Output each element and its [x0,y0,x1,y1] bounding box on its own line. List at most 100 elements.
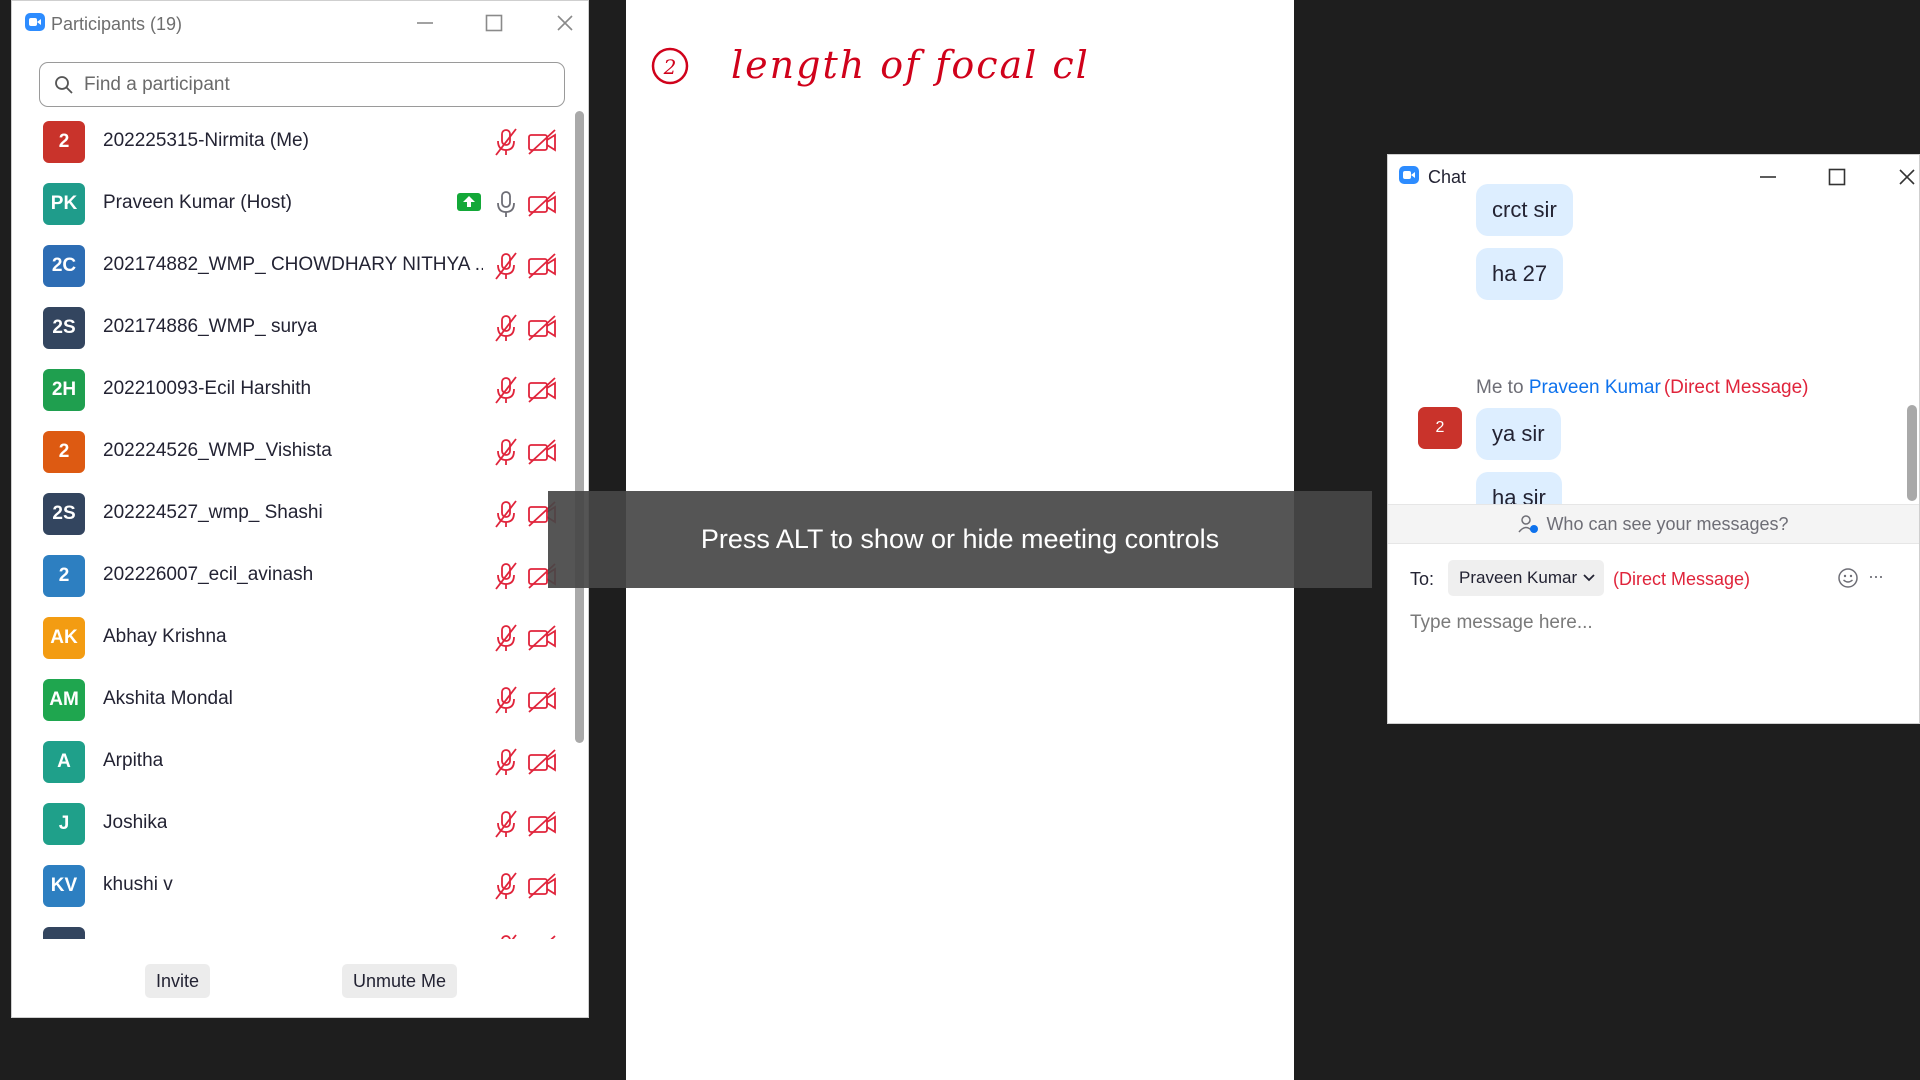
participants-titlebar: Participants (19) [12,1,588,47]
participant-name: 202224526_WMP_Vishista [103,440,332,461]
zoom-app-icon [25,13,45,31]
participant-search-box[interactable] [39,62,565,107]
participant-row[interactable]: 2 202226007_ecil_avinash [12,549,572,611]
avatar: 2 [43,555,85,597]
to-label: To: [1410,569,1435,589]
avatar: 2C [43,245,85,287]
avatar: AK [43,617,85,659]
chat-message-bubble: ya sir [1476,408,1561,460]
mic-muted-icon[interactable] [492,933,520,939]
emoji-icon[interactable] [1837,567,1859,589]
more-options-icon[interactable]: ··· [1868,566,1884,587]
avatar: A [43,741,85,783]
circled-number: 2 [663,55,677,79]
mic-muted-icon[interactable] [492,313,520,343]
recipient-link[interactable]: Praveen Kumar [1529,377,1661,398]
participant-row[interactable]: 2 202225315-Nirmita (Me) [12,115,572,177]
participant-row[interactable] [12,921,572,939]
unmute-me-button[interactable]: Unmute Me [342,964,457,998]
participant-row[interactable]: J Joshika [12,797,572,859]
participant-row[interactable]: A Arpitha [12,735,572,797]
mic-muted-icon[interactable] [492,623,520,653]
participant-name: 202210093-Ecil Harshith [103,378,312,399]
close-icon[interactable] [545,3,585,43]
participant-name: khushi v [103,874,173,895]
participant-row[interactable]: 2H 202210093-Ecil Harshith [12,363,572,425]
video-off-icon[interactable] [527,686,557,714]
chat-message-bubble: crct sir [1476,184,1573,236]
chat-message-header: Me to Praveen Kumar (Direct Message) [1476,377,1808,399]
participant-name: 202174886_WMP_ surya [103,316,318,337]
chat-recipient-row: To: Praveen Kumar (Direct Message) ··· [1388,560,1919,598]
participant-scrollbar-thumb[interactable] [575,111,584,743]
participant-name: Praveen Kumar (Host) [103,192,293,213]
invite-button[interactable]: Invite [145,964,210,998]
avatar: 2H [43,369,85,411]
avatar: 2S [43,307,85,349]
search-icon [55,75,73,94]
minimize-icon[interactable] [405,3,445,43]
chat-titlebar: Chat [1388,155,1919,201]
participant-row[interactable]: 2S 202224527_wmp_ Shashi [12,487,572,549]
participant-row[interactable]: 2 202224526_WMP_Vishista [12,425,572,487]
mic-muted-icon[interactable] [492,437,520,467]
video-off-icon[interactable] [527,934,557,939]
participant-name: Akshita Mondal [103,688,233,709]
participant-row[interactable]: KV khushi v [12,859,572,921]
mic-muted-icon[interactable] [492,251,520,281]
minimize-icon[interactable] [1748,157,1788,197]
video-off-icon[interactable] [527,376,557,404]
participant-row[interactable]: 2C 202174882_WMP_ CHOWDHARY NITHYA ... [12,239,572,301]
mic-muted-icon[interactable] [492,375,520,405]
chat-window-title: Chat [1428,167,1467,187]
participant-name: 202224527_wmp_ Shashi [103,502,323,523]
message-visibility-text: Who can see your messages? [1546,513,1789,534]
participants-window-title: Participants (19) [51,14,183,34]
direct-message-tag: (Direct Message) [1663,377,1809,398]
video-off-icon[interactable] [527,314,557,342]
handwritten-note: length of focal cl [731,43,1090,87]
video-off-icon[interactable] [527,748,557,776]
recipient-dropdown[interactable]: Praveen Kumar [1448,560,1604,596]
person-info-icon [1518,515,1539,533]
zoom-app-icon [1399,166,1419,184]
maximize-icon[interactable] [474,3,514,43]
close-icon[interactable] [1887,157,1920,197]
chat-window: Chat crct sir ha 27 Me to Praveen Kumar(… [1387,154,1920,724]
video-off-icon[interactable] [527,438,557,466]
maximize-icon[interactable] [1817,157,1857,197]
video-off-icon[interactable] [527,624,557,652]
video-off-icon[interactable] [527,810,557,838]
participant-list: 2 202225315-Nirmita (Me) PK Praveen Kumar (… [12,115,572,939]
message-visibility-info[interactable]: Who can see your messages? [1388,504,1919,544]
participant-row[interactable]: 2S 202174886_WMP_ surya [12,301,572,363]
chat-message-bubble: ha 27 [1476,248,1564,300]
avatar [43,927,85,939]
video-off-icon[interactable] [527,252,557,280]
participant-row[interactable]: AK Abhay Krishna [12,611,572,673]
mic-muted-icon[interactable] [492,747,520,777]
avatar: AM [43,679,85,721]
video-off-icon[interactable] [527,872,557,900]
chat-message-input[interactable] [1408,607,1892,639]
participant-row[interactable]: AM Akshita Mondal [12,673,572,735]
chat-scrollbar-thumb[interactable] [1907,405,1917,501]
participant-name: 202225315-Nirmita (Me) [103,130,309,151]
mic-muted-icon[interactable] [492,809,520,839]
video-off-icon[interactable] [527,190,557,218]
mic-muted-icon[interactable] [492,127,520,157]
mic-icon[interactable] [492,189,520,219]
mic-muted-icon[interactable] [492,685,520,715]
participant-name: 202174882_WMP_ CHOWDHARY NITHYA ... [103,254,483,275]
participant-row[interactable]: PK Praveen Kumar (Host) [12,177,572,239]
mic-muted-icon[interactable] [492,561,520,591]
mic-muted-icon[interactable] [492,871,520,901]
participant-search-input[interactable] [82,72,526,97]
mic-muted-icon[interactable] [492,499,520,529]
avatar: 2 [43,121,85,163]
avatar: PK [43,183,85,225]
participant-name: Joshika [103,812,168,833]
recipient-dropdown-value: Praveen Kumar [1459,568,1578,587]
video-off-icon[interactable] [527,128,557,156]
direct-message-tag: (Direct Message) [1613,569,1751,589]
